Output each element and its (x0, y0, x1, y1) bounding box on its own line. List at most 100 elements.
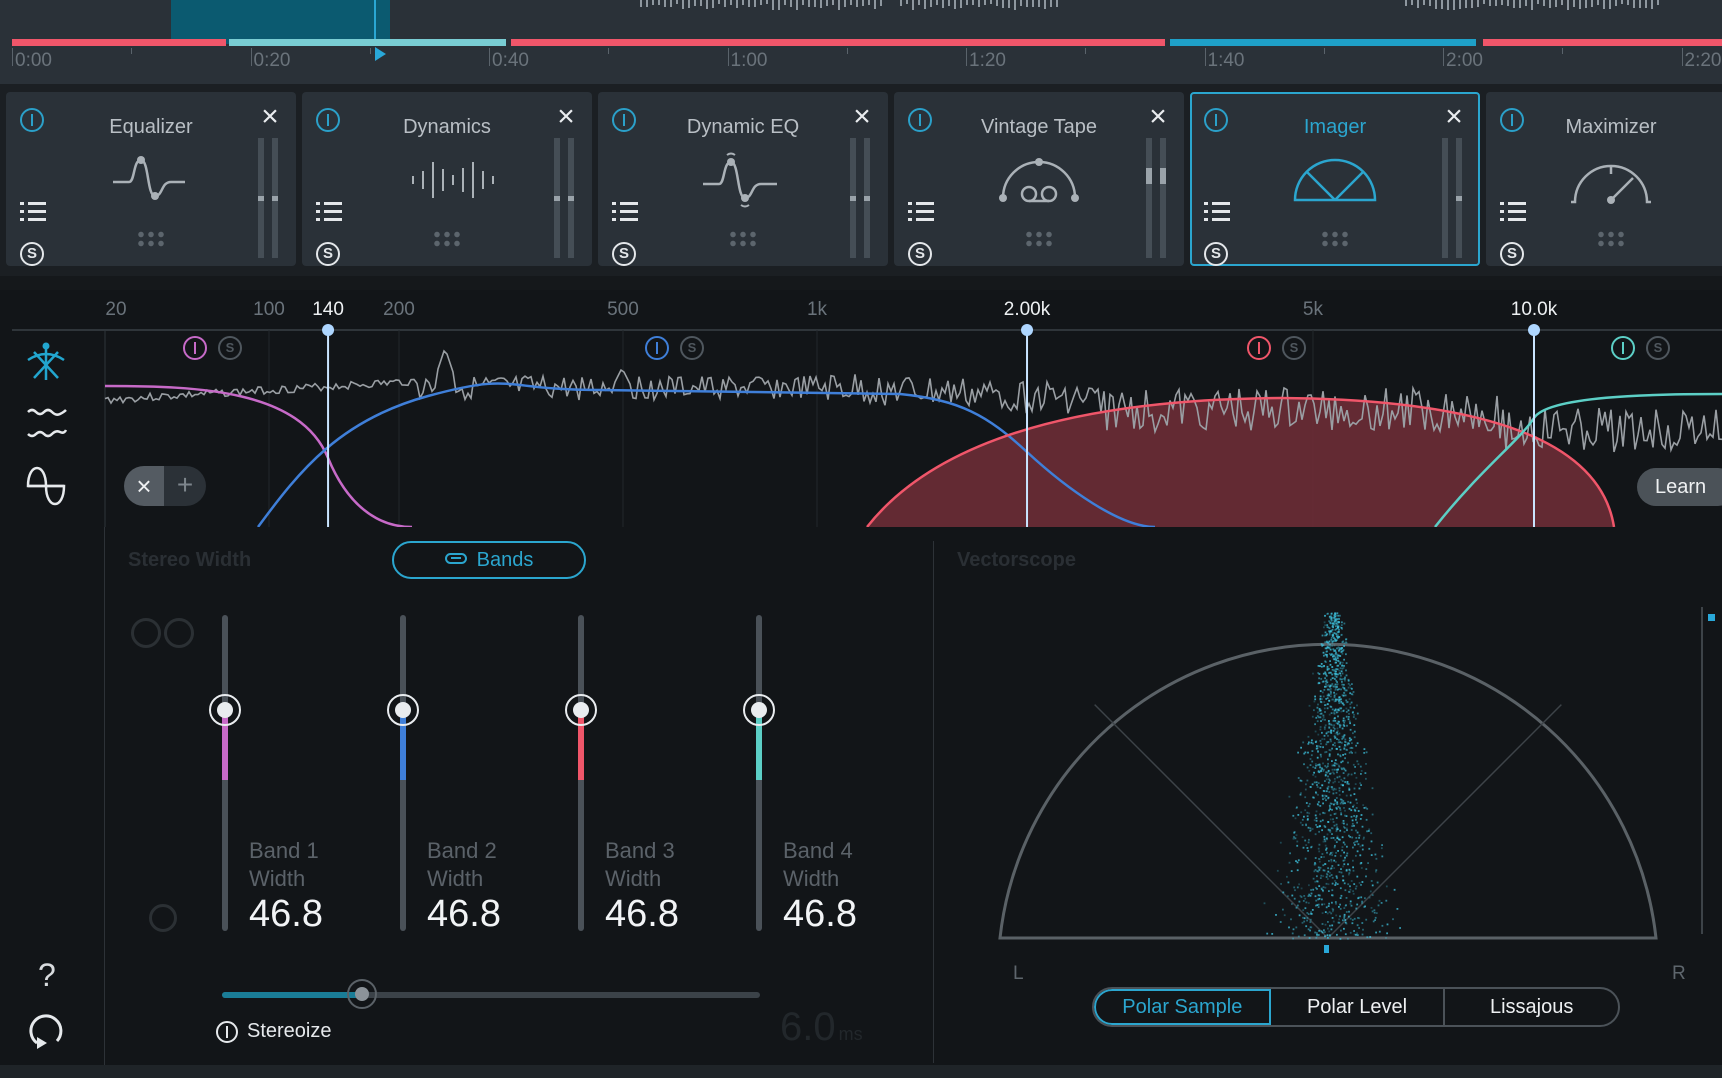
stereo-spread-icon[interactable] (24, 340, 68, 384)
link-bands-button[interactable]: Bands (392, 541, 586, 579)
section-marker[interactable] (1482, 39, 1722, 46)
waveform-tick (652, 0, 654, 5)
left-guide-line (1094, 704, 1329, 939)
band-2-power-icon[interactable] (645, 336, 669, 360)
list-icon[interactable] (20, 202, 46, 224)
band-1-width-knob[interactable] (209, 694, 241, 726)
band-4-width-knob[interactable] (743, 694, 775, 726)
drag-handle-icon[interactable] (728, 230, 758, 248)
band-3-width-value[interactable]: 46.8 (605, 893, 679, 936)
solo-icon[interactable]: S (908, 242, 932, 266)
waveform-tick (1038, 0, 1040, 7)
help-button[interactable]: ? (38, 957, 56, 994)
band-4-width-slider[interactable] (743, 615, 775, 931)
solo-icon[interactable]: S (20, 242, 44, 266)
waveform-tick (900, 0, 902, 7)
band-1-width-slider[interactable] (209, 615, 241, 931)
section-marker[interactable] (1169, 39, 1476, 46)
stereoize-power-icon[interactable] (216, 1021, 238, 1043)
power-icon[interactable] (1500, 108, 1524, 132)
close-icon[interactable]: × (1144, 102, 1172, 132)
close-icon[interactable]: × (1440, 102, 1468, 132)
solo-mode-icon[interactable] (131, 618, 161, 648)
close-icon[interactable]: × (848, 102, 876, 132)
list-icon[interactable] (612, 202, 638, 224)
waveform-tick (832, 0, 834, 6)
list-icon[interactable] (316, 202, 342, 224)
stereoize-slider[interactable] (222, 979, 760, 1009)
waveform-tick (862, 0, 864, 6)
solo-mode-icon[interactable] (164, 618, 194, 648)
power-icon[interactable] (1204, 108, 1228, 132)
band-2-width-slider[interactable] (387, 615, 419, 931)
module-card-dynamics[interactable]: Dynamics × S (302, 92, 592, 266)
waveform-icon[interactable] (24, 402, 68, 446)
remove-band-button[interactable]: × (124, 466, 164, 506)
list-icon[interactable] (1500, 202, 1526, 224)
loop-selection[interactable] (171, 0, 390, 44)
band-2-width-knob[interactable] (387, 694, 419, 726)
drag-handle-icon[interactable] (1024, 230, 1054, 248)
crossover-handle[interactable] (1528, 324, 1540, 336)
learn-button[interactable]: Learn (1637, 468, 1722, 506)
module-card-vintage-tape[interactable]: Vintage Tape × S (894, 92, 1184, 266)
solo-icon[interactable]: S (316, 242, 340, 266)
reset-icon[interactable] (25, 1007, 65, 1051)
band-1-power-icon[interactable] (183, 336, 207, 360)
power-icon[interactable] (316, 108, 340, 132)
solo-icon[interactable]: S (612, 242, 636, 266)
band-3-width-slider[interactable] (565, 615, 597, 931)
band-2-width-value[interactable]: 46.8 (427, 893, 501, 936)
band-3-solo-icon[interactable]: S (1282, 336, 1306, 360)
add-band-button[interactable]: + (164, 466, 206, 506)
list-icon[interactable] (1204, 202, 1230, 224)
phase-icon[interactable] (24, 464, 68, 508)
solo-icon[interactable]: S (1204, 242, 1228, 266)
waveform-tick (936, 0, 938, 6)
band-4-width-value[interactable]: 46.8 (783, 893, 857, 936)
spectrum-graph[interactable] (0, 290, 1722, 527)
crossover-handle[interactable] (322, 324, 335, 336)
close-icon[interactable]: × (256, 102, 284, 132)
module-card-equalizer[interactable]: Equalizer × S (6, 92, 296, 266)
width-caption: Width (249, 866, 306, 891)
waveform-tick (1405, 0, 1407, 6)
tab-polar-level[interactable]: Polar Level (1271, 989, 1446, 1025)
band-4-solo-icon[interactable]: S (1646, 336, 1670, 360)
power-icon[interactable] (612, 108, 636, 132)
solo-icon[interactable]: S (1500, 242, 1524, 266)
power-icon[interactable] (20, 108, 44, 132)
module-card-maximizer[interactable]: Maximizer S (1486, 92, 1722, 266)
drag-handle-icon[interactable] (432, 230, 462, 248)
close-icon[interactable]: × (552, 102, 580, 132)
drag-handle-icon[interactable] (136, 230, 166, 248)
waveform-tick (1585, 0, 1587, 8)
record-icon[interactable] (149, 904, 177, 932)
drag-handle-icon[interactable] (1320, 230, 1350, 248)
tab-polar-sample[interactable]: Polar Sample (1094, 989, 1271, 1025)
playhead-marker[interactable] (375, 47, 386, 61)
waveform-tick (1417, 0, 1419, 9)
stereoize-delay[interactable]: 6.0 ms (780, 1005, 863, 1050)
stereoize-knob[interactable] (346, 979, 377, 1009)
band-3-power-icon[interactable] (1247, 336, 1271, 360)
band-2-solo-icon[interactable]: S (680, 336, 704, 360)
power-icon[interactable] (908, 108, 932, 132)
module-card-dynamic-eq[interactable]: Dynamic EQ × S (598, 92, 888, 266)
spectrum-crossover-display[interactable]: 20 100 140 200 500 1k 2.00k 5k 10.0k SSSS × + Le… (0, 290, 1722, 527)
waveform-tick (1008, 0, 1010, 8)
band-1-solo-icon[interactable]: S (218, 336, 242, 360)
section-marker[interactable] (12, 39, 226, 46)
section-marker[interactable] (511, 39, 1165, 46)
list-icon[interactable] (908, 202, 934, 224)
section-marker[interactable] (229, 39, 507, 46)
timeline[interactable]: 0:00 0:20 0:40 1:00 1:20 1:40 2:00 2:20 (0, 0, 1722, 84)
width-caption: Width (605, 866, 662, 891)
module-card-imager[interactable]: Imager × S (1190, 92, 1480, 266)
band-4-power-icon[interactable] (1611, 336, 1635, 360)
band-3-width-knob[interactable] (565, 694, 597, 726)
tab-lissajous[interactable]: Lissajous (1445, 989, 1618, 1025)
drag-handle-icon[interactable] (1596, 230, 1626, 248)
band-1-width-value[interactable]: 46.8 (249, 893, 323, 936)
crossover-handle[interactable] (1021, 324, 1034, 336)
